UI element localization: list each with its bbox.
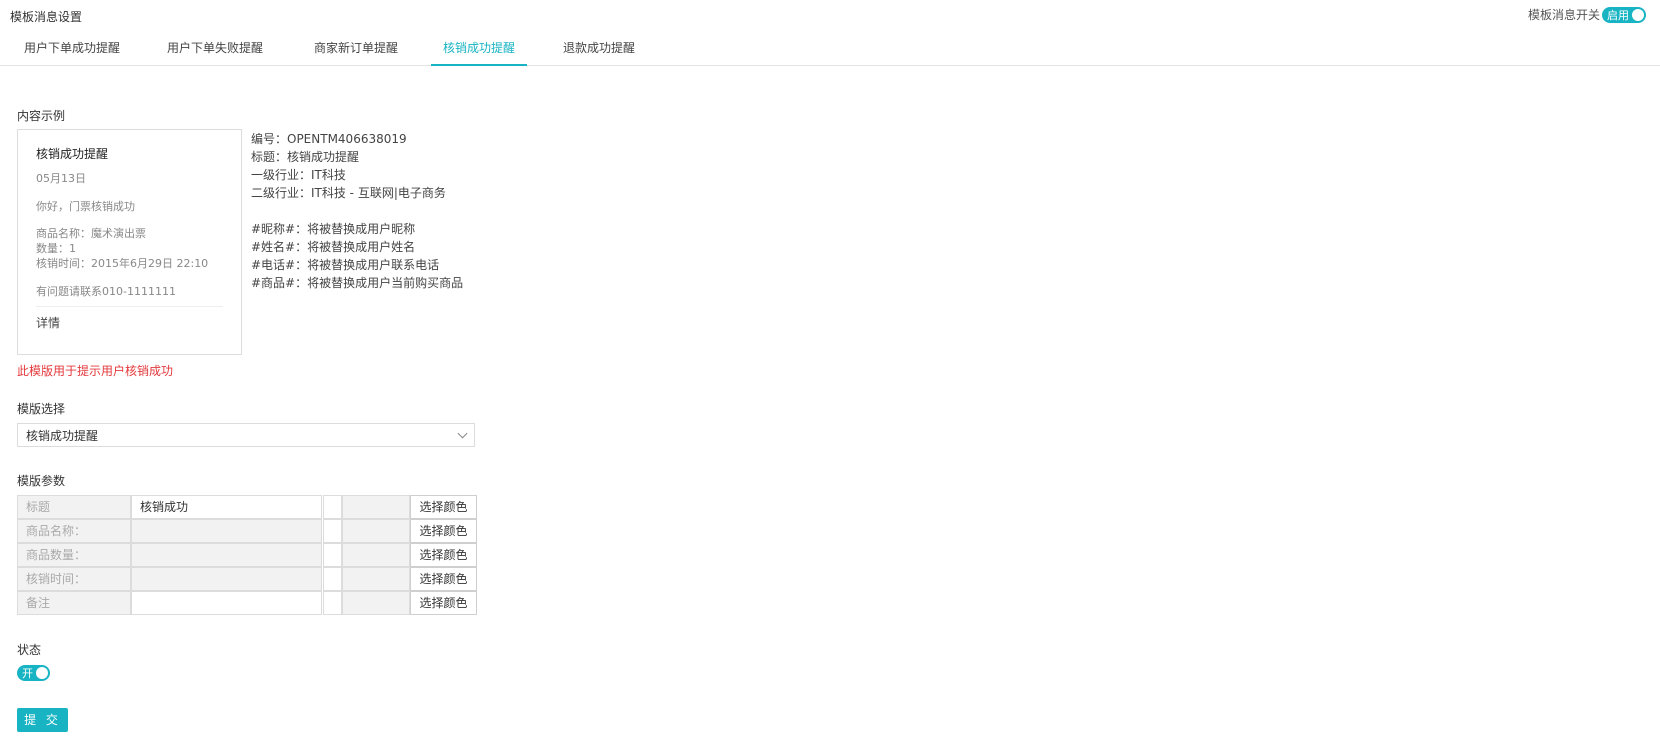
example-section-label: 内容示例 [17, 109, 66, 123]
template-variable: #昵称#：将被替换成用户昵称 [251, 222, 416, 236]
color-swatch [323, 591, 342, 615]
template-select-label: 模版选择 [17, 402, 66, 416]
global-switch-state: 启用 [1607, 8, 1629, 22]
param-value-input[interactable] [131, 591, 322, 615]
params-table: 标题 核销成功 选择颜色 商品名称： 选择颜色 商品数量： 选择颜色 核销时间：… [17, 495, 477, 615]
tab-order-success[interactable]: 用户下单成功提醒 [0, 30, 144, 66]
status-toggle-wrap: 开 [17, 665, 50, 681]
preview-title: 核销成功提醒 [36, 147, 109, 161]
status-toggle[interactable]: 开 [17, 665, 50, 681]
color-swatch [323, 519, 342, 543]
param-row: 商品数量： 选择颜色 [17, 543, 477, 567]
toggle-knob [1632, 8, 1644, 21]
template-industry-2: 二级行业：IT科技 - 互联网|电子商务 [251, 186, 446, 200]
tab-merchant-new-order[interactable]: 商家新订单提醒 [286, 30, 426, 66]
choose-color-button[interactable]: 选择颜色 [410, 519, 477, 543]
template-variable: #电话#：将被替换成用户联系电话 [251, 258, 440, 272]
param-value-input [131, 567, 322, 591]
param-value-input [131, 543, 322, 567]
param-row: 商品名称： 选择颜色 [17, 519, 477, 543]
status-state: 开 [22, 667, 33, 680]
param-row: 备注 选择颜色 [17, 591, 477, 615]
param-row: 标题 核销成功 选择颜色 [17, 495, 477, 519]
template-number: 编号：OPENTM406638019 [251, 132, 407, 146]
param-name: 商品数量： [17, 543, 131, 567]
param-value-input[interactable]: 核销成功 [131, 495, 322, 519]
status-label: 状态 [17, 643, 42, 657]
preview-contact: 有问题请联系010-1111111 [36, 283, 223, 307]
preview-date: 05月13日 [36, 172, 86, 185]
params-label: 模版参数 [17, 474, 66, 488]
color-value-input[interactable] [342, 519, 410, 543]
param-name: 商品名称： [17, 519, 131, 543]
color-swatch [323, 543, 342, 567]
color-value-input[interactable] [342, 567, 410, 591]
template-select-value: 核销成功提醒 [26, 428, 99, 443]
tab-order-failed[interactable]: 用户下单失败提醒 [144, 30, 286, 66]
preview-greeting: 你好，门票核销成功 [36, 200, 135, 213]
choose-color-button[interactable]: 选择颜色 [410, 495, 477, 519]
param-name: 标题 [17, 495, 131, 519]
page-title: 模板消息设置 [10, 10, 83, 24]
color-value-input[interactable] [342, 543, 410, 567]
color-value-input[interactable] [342, 591, 410, 615]
global-switch-toggle[interactable]: 启用 [1602, 6, 1646, 23]
preview-field: 数量：1 [36, 242, 76, 255]
tab-verify-success[interactable]: 核销成功提醒 [431, 30, 527, 66]
tab-bar: 用户下单成功提醒 用户下单失败提醒 商家新订单提醒 核销成功提醒 退款成功提醒 [0, 30, 1660, 66]
choose-color-button[interactable]: 选择颜色 [410, 591, 477, 615]
submit-button[interactable]: 提 交 [17, 708, 68, 732]
toggle-knob [36, 667, 48, 679]
choose-color-button[interactable]: 选择颜色 [410, 543, 477, 567]
template-title: 标题：核销成功提醒 [251, 150, 360, 164]
template-info: 编号：OPENTM406638019 标题：核销成功提醒 一级行业：IT科技 二… [251, 130, 463, 292]
template-select[interactable]: 核销成功提醒 [17, 423, 475, 447]
param-row: 核销时间： 选择颜色 [17, 567, 477, 591]
param-name: 核销时间： [17, 567, 131, 591]
choose-color-button[interactable]: 选择颜色 [410, 567, 477, 591]
preview-detail-link: 详情 [36, 316, 61, 330]
template-industry-1: 一级行业：IT科技 [251, 168, 346, 182]
global-switch: 模板消息开关 启用 [1528, 6, 1646, 23]
color-value-input[interactable] [342, 495, 410, 519]
tab-refund-success[interactable]: 退款成功提醒 [527, 30, 671, 66]
template-hint: 此模版用于提示用户核销成功 [17, 364, 174, 378]
color-swatch [323, 567, 342, 591]
param-name: 备注 [17, 591, 131, 615]
global-switch-label: 模板消息开关 [1527, 8, 1600, 22]
param-value-input [131, 519, 322, 543]
preview-field: 商品名称：魔术演出票 [36, 227, 146, 240]
preview-fields: 商品名称：魔术演出票 数量：1 核销时间：2015年6月29日 22:10 [36, 226, 223, 271]
template-variable: #商品#：将被替换成用户当前购买商品 [251, 276, 464, 290]
preview-field: 核销时间：2015年6月29日 22:10 [36, 257, 209, 270]
color-swatch [323, 495, 342, 519]
message-preview-card: 核销成功提醒 05月13日 你好，门票核销成功 商品名称：魔术演出票 数量：1 … [17, 129, 242, 355]
chevron-down-icon [457, 428, 468, 438]
template-variable: #姓名#：将被替换成用户姓名 [251, 240, 416, 254]
